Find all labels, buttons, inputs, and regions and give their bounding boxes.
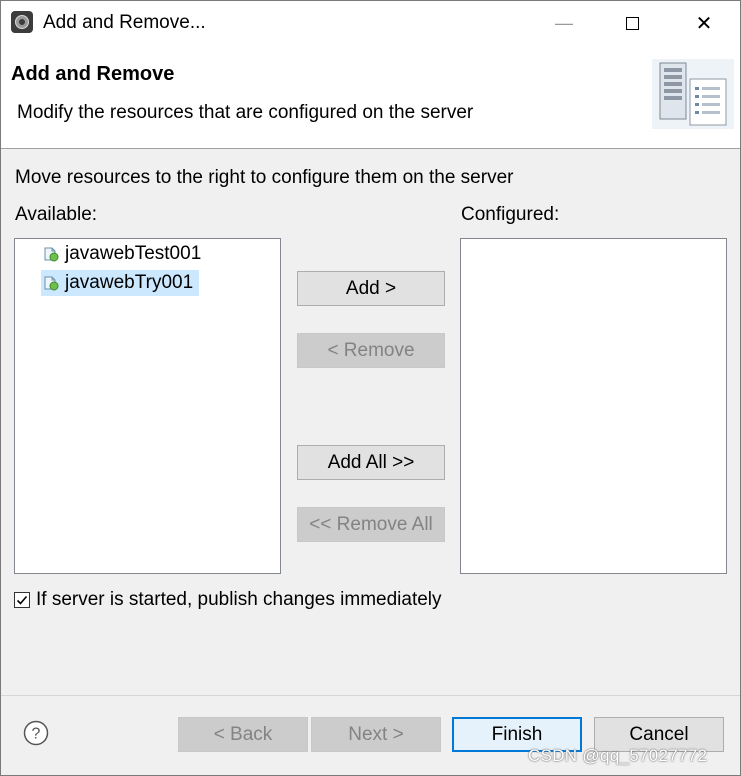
title-bar: Add and Remove... — ✕ [1, 1, 740, 45]
list-item-javawebTry001[interactable]: javawebTry001 [41, 270, 200, 296]
remove-button[interactable]: < Remove [297, 333, 445, 368]
page-title: Add and Remove [11, 63, 175, 85]
configured-list[interactable] [460, 238, 727, 574]
available-list[interactable]: javawebTest001 javawebTry001 [14, 238, 281, 574]
instructions-text: Move resources to the right to configure… [15, 167, 514, 188]
configured-label: Configured: [461, 204, 560, 225]
footer-divider [1, 695, 740, 696]
window-title: Add and Remove... [43, 12, 206, 33]
publish-checkbox[interactable] [14, 592, 30, 608]
server-icon [652, 59, 734, 129]
minimize-button[interactable]: — [541, 1, 587, 45]
back-button[interactable]: < Back [178, 717, 308, 752]
next-button[interactable]: Next > [311, 717, 441, 752]
remove-all-button[interactable]: << Remove All [297, 507, 445, 542]
add-button[interactable]: Add > [297, 271, 445, 306]
maximize-icon [625, 16, 639, 30]
help-icon[interactable]: ? [23, 720, 49, 746]
page-description: Modify the resources that are configured… [17, 102, 474, 123]
checkmark-icon [16, 595, 28, 605]
add-remove-dialog: Add and Remove... — ✕ Add and Remove Mod… [0, 0, 741, 776]
maximize-button[interactable] [609, 1, 655, 45]
web-project-icon [44, 276, 59, 291]
list-item-javawebTest001[interactable]: javawebTest001 [41, 241, 207, 267]
list-item-label: javawebTry001 [65, 272, 194, 293]
wizard-header: Add and Remove Modify the resources that… [1, 45, 740, 149]
svg-text:?: ? [32, 726, 41, 743]
eclipse-gear-icon [11, 11, 33, 33]
close-button[interactable]: ✕ [681, 1, 727, 45]
available-label: Available: [15, 204, 98, 225]
web-project-icon [44, 247, 59, 262]
list-item-label: javawebTest001 [65, 243, 202, 264]
add-all-button[interactable]: Add All >> [297, 445, 445, 480]
watermark: CSDN @qq_57027772 [528, 746, 708, 765]
publish-checkbox-label[interactable]: If server is started, publish changes im… [36, 589, 442, 611]
